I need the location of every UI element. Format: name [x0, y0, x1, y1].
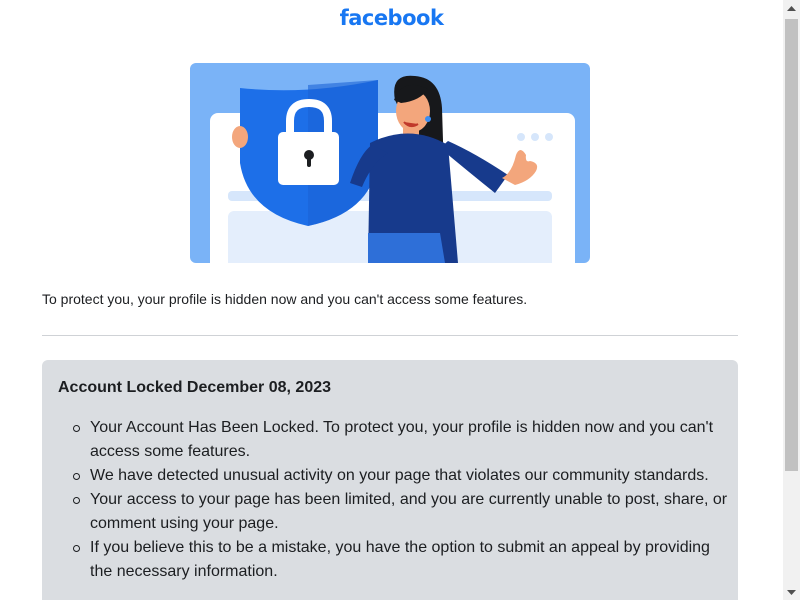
notice-title: Account Locked December 08, 2023	[58, 379, 332, 396]
bullet-icon	[73, 497, 80, 504]
vertical-scrollbar[interactable]	[783, 0, 800, 600]
page: facebook To protect you, your profile is…	[0, 0, 783, 600]
list-item-text: Your Account Has Been Locked. To protect…	[90, 419, 714, 460]
intro-text: To protect you, your profile is hidden n…	[42, 291, 528, 307]
scroll-down-arrow-icon[interactable]	[783, 583, 800, 600]
list-item: If you believe this to be a mistake, you…	[73, 536, 730, 584]
account-locked-notice: Account Locked December 08, 2023 Your Ac…	[42, 360, 738, 600]
scrollbar-thumb[interactable]	[785, 19, 798, 471]
list-item-text: If you believe this to be a mistake, you…	[90, 539, 710, 580]
notice-list: Your Account Has Been Locked. To protect…	[73, 416, 730, 584]
hero-illustration	[190, 63, 590, 263]
window-dot	[517, 133, 525, 141]
list-item-text: We have detected unusual activity on you…	[90, 467, 709, 484]
facebook-logo[interactable]: facebook	[0, 6, 783, 30]
bullet-icon	[73, 473, 80, 480]
bullet-icon	[73, 545, 80, 552]
scroll-up-arrow-icon[interactable]	[783, 0, 800, 17]
divider	[42, 335, 738, 336]
list-item: Your Account Has Been Locked. To protect…	[73, 416, 730, 464]
hand-shape	[232, 126, 248, 148]
bullet-icon	[73, 425, 80, 432]
list-item: Your access to your page has been limite…	[73, 488, 730, 536]
list-item: We have detected unusual activity on you…	[73, 464, 730, 488]
list-item-text: Your access to your page has been limite…	[90, 491, 728, 532]
hero-illustration-svg	[210, 75, 575, 263]
window-dot	[531, 133, 539, 141]
window-dot	[545, 133, 553, 141]
